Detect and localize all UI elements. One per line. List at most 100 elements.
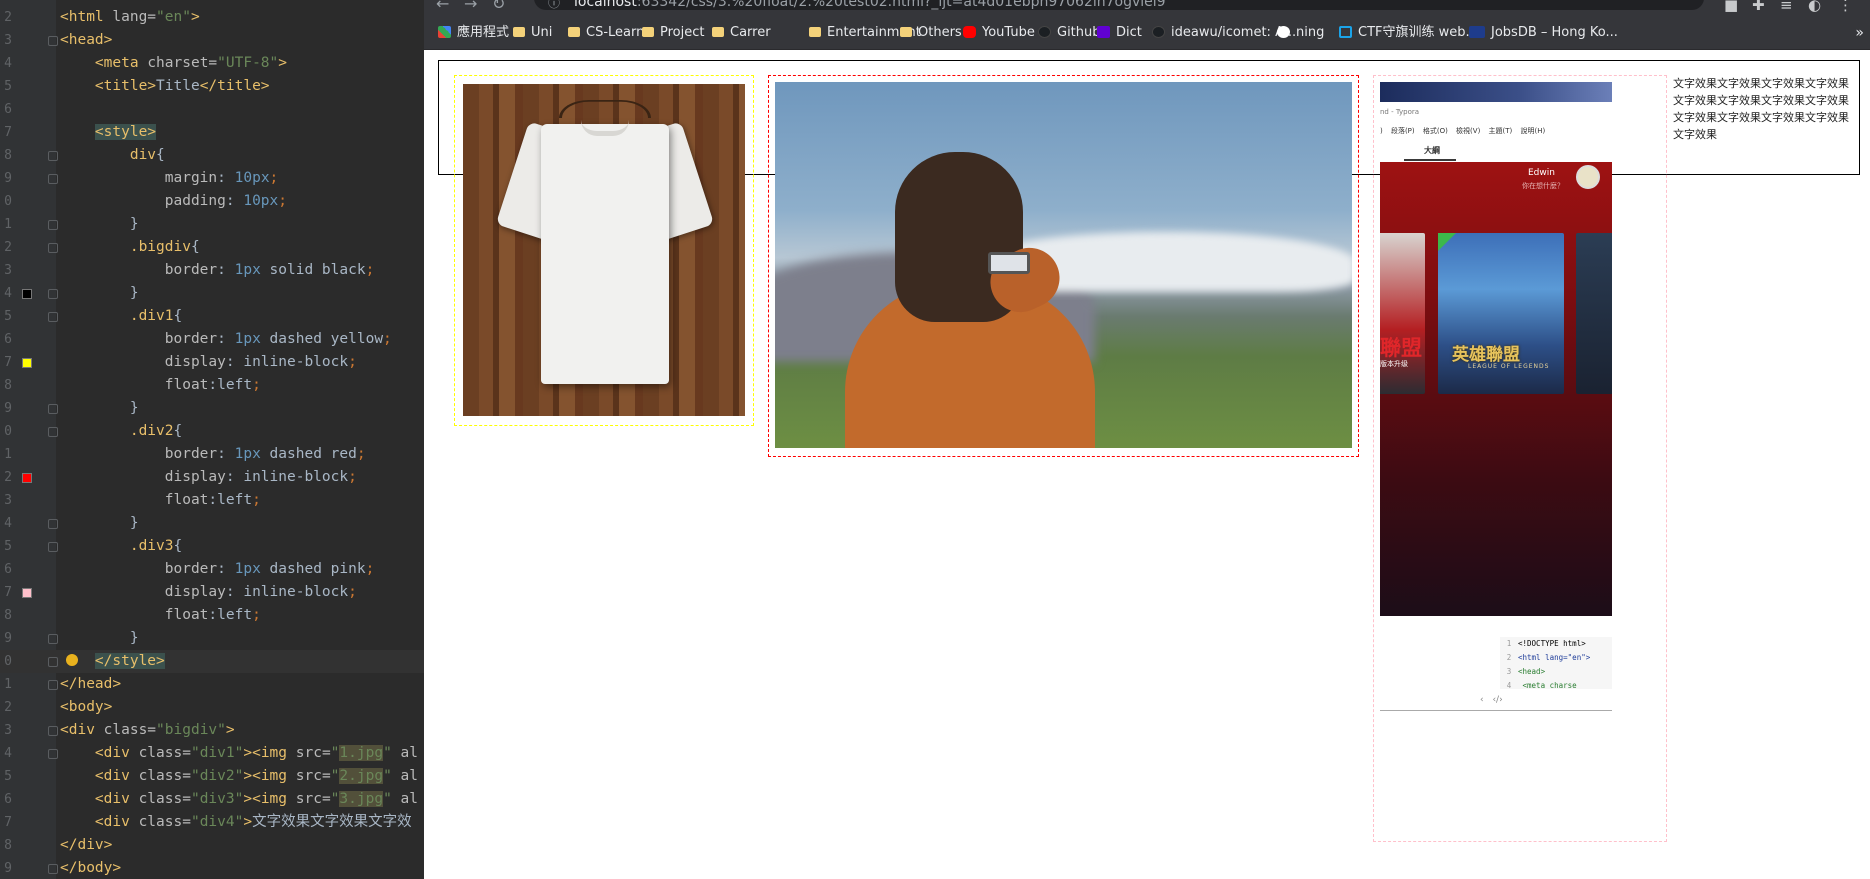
shot-line-number: 3 — [1506, 667, 1512, 676]
line-number: 3 — [4, 263, 12, 278]
code-line[interactable]: 3 border: 1px solid black; — [0, 259, 424, 282]
fold-icon[interactable] — [48, 243, 58, 253]
code-line[interactable]: 7 display: inline-block; — [0, 581, 424, 604]
menu-icon[interactable]: ⋮ — [1838, 0, 1853, 14]
code-token: <div — [94, 814, 139, 830]
code-line[interactable]: 4 <meta charset="UTF-8"> — [0, 52, 424, 75]
bookmark-item[interactable]: ning — [1277, 16, 1324, 50]
fold-icon[interactable] — [48, 220, 58, 230]
code-line[interactable]: 9 margin: 10px; — [0, 167, 424, 190]
code-line[interactable]: 6 border: 1px dashed yellow; — [0, 328, 424, 351]
forward-icon[interactable]: → — [464, 0, 477, 13]
code-line[interactable]: 0 padding: 10px; — [0, 190, 424, 213]
code-line[interactable]: 2 .bigdiv{ — [0, 236, 424, 259]
code-line[interactable]: 1 } — [0, 213, 424, 236]
fold-icon[interactable] — [48, 312, 58, 322]
code-line[interactable]: 3 <head> — [0, 29, 424, 52]
code-token: : — [217, 446, 235, 462]
code-line[interactable]: 7 <style> — [0, 121, 424, 144]
bookmark-item[interactable]: YouTube — [963, 16, 1035, 50]
code-token: border — [164, 446, 218, 462]
search-icon[interactable]: ⌕ — [1534, 0, 1542, 2]
code-line[interactable]: 9 } — [0, 627, 424, 650]
folder-icon — [513, 26, 525, 37]
code-token: > — [243, 814, 253, 830]
bookmark-item[interactable]: Dict — [1097, 16, 1142, 50]
bookmark-item[interactable]: Project — [642, 16, 704, 50]
code-line[interactable]: 4 } — [0, 512, 424, 535]
code-line[interactable]: 6 — [0, 98, 424, 121]
code-line[interactable]: 0 .div2{ — [0, 420, 424, 443]
code-line[interactable]: 6 border: 1px dashed pink; — [0, 558, 424, 581]
bookmarks-overflow-icon[interactable]: » — [1855, 16, 1864, 50]
url-text[interactable]: localhost:63342/css/3.%20float/2.%20test… — [574, 0, 1166, 10]
puzzle-icon[interactable]: ✚ — [1752, 0, 1765, 14]
code-line[interactable]: 8 float:left; — [0, 604, 424, 627]
code-text: </body> — [60, 857, 121, 879]
extension-icon[interactable]: ■ — [1724, 0, 1738, 14]
fold-icon[interactable] — [48, 749, 58, 759]
bookmark-item[interactable]: Others — [900, 16, 962, 50]
fold-icon[interactable] — [48, 657, 58, 667]
code-text: display: inline-block; — [60, 466, 357, 489]
code-line[interactable]: 6 <div class="div3"><img src="3.jpg" al — [0, 788, 424, 811]
code-line[interactable]: 2 <html lang="en"> — [0, 6, 424, 29]
code-line[interactable]: 7 <div class="div4">文字效果文字效果文字效 — [0, 811, 424, 834]
code-token: ; — [278, 193, 287, 209]
bookmark-item[interactable]: ideawu/icomet: A... — [1152, 16, 1296, 50]
fold-icon[interactable] — [48, 634, 58, 644]
apps-icon — [438, 25, 451, 38]
shot-username: Edwin — [1528, 168, 1555, 178]
fold-icon[interactable] — [48, 289, 58, 299]
code-line[interactable]: 7 display: inline-block; — [0, 351, 424, 374]
fold-icon[interactable] — [48, 864, 58, 874]
code-line[interactable]: 2 <body> — [0, 696, 424, 719]
fold-icon[interactable] — [48, 151, 58, 161]
fold-icon[interactable] — [48, 680, 58, 690]
bookmark-item[interactable]: 應用程式 — [438, 16, 509, 50]
code-token: margin — [164, 170, 218, 186]
fold-icon[interactable] — [48, 519, 58, 529]
code-token: 1px — [234, 446, 261, 462]
code-line[interactable]: 8 </div> — [0, 834, 424, 857]
code-line[interactable]: 5 <title>Title</title> — [0, 75, 424, 98]
code-line[interactable]: 9 } — [0, 397, 424, 420]
code-line[interactable]: 8 float:left; — [0, 374, 424, 397]
code-line[interactable]: 5 .div1{ — [0, 305, 424, 328]
fold-icon[interactable] — [48, 726, 58, 736]
info-icon[interactable]: ⓘ — [548, 0, 560, 11]
bookmark-item[interactable]: Carrer — [712, 16, 771, 50]
fold-icon[interactable] — [48, 174, 58, 184]
code-line[interactable]: 3 float:left; — [0, 489, 424, 512]
bookmark-item[interactable]: JobsDB – Hong Ko... — [1469, 16, 1618, 50]
fold-icon[interactable] — [48, 542, 58, 552]
code-editor[interactable]: 2 <html lang="en"> 3 <head> 4 <meta charset=… — [0, 0, 424, 879]
code-line[interactable]: 4 } — [0, 282, 424, 305]
media-icon[interactable]: ≡ — [1780, 0, 1793, 14]
code-line[interactable]: 9 </body> — [0, 857, 424, 879]
bookmark-item[interactable]: Uni — [513, 16, 552, 50]
code-line[interactable]: 2 display: inline-block; — [0, 466, 424, 489]
fold-icon[interactable] — [48, 404, 58, 414]
fold-icon[interactable] — [48, 36, 58, 46]
code-line[interactable]: 8 div{ — [0, 144, 424, 167]
code-line[interactable]: 1 border: 1px dashed red; — [0, 443, 424, 466]
youtube-icon — [963, 25, 976, 38]
code-line[interactable]: 1 </head> — [0, 673, 424, 696]
bookmark-item[interactable]: CTF守旗训练 web... — [1339, 16, 1478, 50]
line-number: 4 — [4, 746, 12, 761]
code-line[interactable]: 5 .div3{ — [0, 535, 424, 558]
bookmark-item[interactable]: CS-Learn — [568, 16, 644, 50]
code-line[interactable]: 4 <div class="div1"><img src="1.jpg" al — [0, 742, 424, 765]
code-line[interactable]: 5 <div class="div2"><img src="2.jpg" al — [0, 765, 424, 788]
back-icon[interactable]: ← — [436, 0, 449, 13]
reload-icon[interactable]: ↻ — [492, 0, 505, 13]
url-field[interactable]: ⓘ localhost:63342/css/3.%20float/2.%20te… — [534, 0, 1704, 10]
code-line[interactable]: 3 <div class="bigdiv"> — [0, 719, 424, 742]
star-icon[interactable]: ☆ — [1568, 0, 1581, 2]
bookmark-item[interactable]: Github — [1038, 16, 1101, 50]
fold-icon[interactable] — [48, 427, 58, 437]
code-line[interactable]: 0 </style> — [0, 650, 424, 673]
profile-icon[interactable]: ◐ — [1808, 0, 1821, 14]
